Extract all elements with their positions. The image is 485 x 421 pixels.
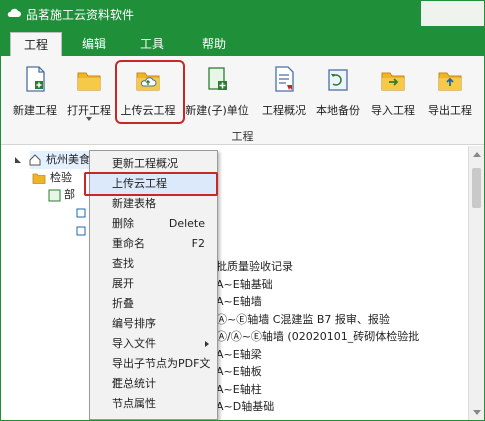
list-item[interactable]: A~E轴柱 — [216, 381, 262, 399]
menu-item-update-overview[interactable]: 更新工程概况 — [90, 154, 217, 174]
local-backup-button[interactable]: 本地备份 — [313, 62, 363, 124]
list-item[interactable]: Ⓐ/Ⓐ~Ⓔ轴墙 (02020101_砖砌体检验批 — [216, 328, 419, 346]
import-folder-icon — [381, 72, 405, 91]
project-overview-button[interactable]: 工程概况 — [259, 62, 309, 124]
list-item[interactable]: A~D轴基础 — [216, 398, 274, 416]
menu-item-expand[interactable]: 展开 — [90, 274, 217, 294]
menu-item-sort-by-number[interactable]: 编号排序 — [90, 314, 217, 334]
chevron-down-icon[interactable] — [86, 117, 92, 121]
import-project-label: 导入工程 — [371, 104, 415, 117]
tree-item-dept[interactable]: 部 — [48, 186, 88, 204]
new-subunit-button[interactable]: 新建(子)单位 — [183, 62, 251, 124]
home-icon — [29, 154, 41, 166]
tab-help[interactable]: 帮助 — [192, 32, 236, 56]
tab-tools[interactable]: 工具 — [130, 32, 174, 56]
scroll-up-icon[interactable] — [473, 152, 481, 157]
node-square-icon — [76, 208, 86, 218]
menu-item-node-properties[interactable]: 节点属性 — [90, 394, 217, 414]
menu-item-summary-stats[interactable]: 汇总统计 — [90, 374, 217, 394]
list-item[interactable]: 批质量验收记录 — [216, 258, 293, 276]
export-project-button[interactable]: 导出工程 — [424, 62, 476, 124]
tab-edit[interactable]: 编辑 — [72, 32, 116, 56]
tree-item-inspection-label: 检验 — [50, 171, 72, 184]
list-item[interactable]: Ⓐ~Ⓔ轴墙 C混建监 B7 报审、报验 — [216, 311, 390, 329]
tree-root[interactable]: 杭州美食 — [29, 151, 90, 169]
menu-item-new-table[interactable]: 新建表格 — [90, 194, 217, 214]
list-item[interactable]: A~E轴梁 — [216, 346, 262, 364]
tab-project[interactable]: 工程 — [10, 32, 62, 57]
local-backup-label: 本地备份 — [316, 104, 360, 117]
collapse-arrow-icon — [15, 157, 21, 163]
menu-item-label: 删除 — [112, 217, 134, 230]
ribbon-toolbar: 新建工程 打开工程 上传云工程 新建(子)单位 工程概况 本地备份 导入工程 导… — [0, 56, 485, 145]
export-project-label: 导出工程 — [428, 104, 472, 117]
list-item[interactable]: A~E轴墙 — [216, 293, 262, 311]
menu-item-label: 编号排序 — [112, 317, 156, 330]
folder-icon — [32, 173, 46, 184]
title-bar: 品茗施工云资料软件 — [0, 0, 485, 26]
vertical-scrollbar[interactable] — [468, 146, 485, 421]
tree-node-marker[interactable] — [76, 222, 88, 240]
list-item[interactable]: A~E轴板 — [216, 363, 262, 381]
menu-item-label: 更新工程概况 — [112, 157, 178, 170]
node-square-icon — [76, 226, 86, 236]
overview-document-icon — [275, 66, 294, 92]
new-subunit-label: 新建(子)单位 — [185, 104, 249, 117]
submenu-arrow-icon — [205, 341, 209, 347]
list-item[interactable]: A~E轴基础 — [216, 276, 273, 294]
menu-item-export-pdf[interactable]: 导出子节点为PDF文件 — [90, 354, 217, 390]
tree-root-label: 杭州美食 — [46, 153, 90, 166]
menu-item-label: 导入文件 — [112, 337, 156, 350]
folder-open-icon — [77, 72, 101, 91]
app-title: 品茗施工云资料软件 — [26, 8, 135, 22]
menu-item-collapse[interactable]: 折叠 — [90, 294, 217, 314]
scroll-down-icon[interactable] — [473, 410, 481, 415]
cloud-logo-icon — [7, 8, 21, 17]
open-project-button[interactable]: 打开工程 — [64, 62, 114, 124]
tree-item-inspection[interactable]: 检验 — [32, 169, 90, 187]
upload-highlight-box — [115, 60, 185, 124]
menu-item-delete[interactable]: 删除 Delete — [90, 214, 217, 234]
new-project-label: 新建工程 — [13, 104, 57, 117]
backup-icon — [328, 69, 348, 91]
menu-item-label: 重命名 — [112, 237, 145, 250]
menu-item-label: 查找 — [112, 257, 134, 270]
menu-item-label: 节点属性 — [112, 397, 156, 410]
tree-expand-toggle[interactable] — [14, 151, 26, 169]
menu-bar: 工程 编辑 工具 帮助 — [0, 26, 485, 57]
new-subunit-icon — [208, 67, 227, 90]
tree-item-dept-label: 部 — [64, 188, 75, 201]
project-overview-label: 工程概况 — [262, 104, 306, 117]
menu-item-label: 折叠 — [112, 297, 134, 310]
export-folder-icon — [438, 72, 462, 91]
shortcut-label: F2 — [191, 237, 205, 250]
menu-item-label: 展开 — [112, 277, 134, 290]
shortcut-label: Delete — [168, 217, 205, 230]
tree-node-marker[interactable] — [76, 204, 88, 222]
new-project-button[interactable]: 新建工程 — [10, 62, 60, 124]
new-document-icon — [26, 66, 45, 92]
scroll-thumb[interactable] — [472, 168, 481, 208]
menu-item-find[interactable]: 查找 — [90, 254, 217, 274]
window-controls[interactable] — [421, 0, 485, 26]
menu-item-label: 汇总统计 — [112, 377, 156, 390]
menu-item-label: 新建表格 — [112, 197, 156, 210]
menu-item-import-file[interactable]: 导入文件 — [90, 334, 217, 354]
section-icon — [48, 189, 61, 202]
menu-item-rename[interactable]: 重命名 F2 — [90, 234, 217, 254]
menu-highlight-box — [84, 172, 218, 196]
ribbon-group-label: 工程 — [231, 130, 254, 143]
import-project-button[interactable]: 导入工程 — [368, 62, 418, 124]
open-project-label: 打开工程 — [67, 104, 111, 117]
